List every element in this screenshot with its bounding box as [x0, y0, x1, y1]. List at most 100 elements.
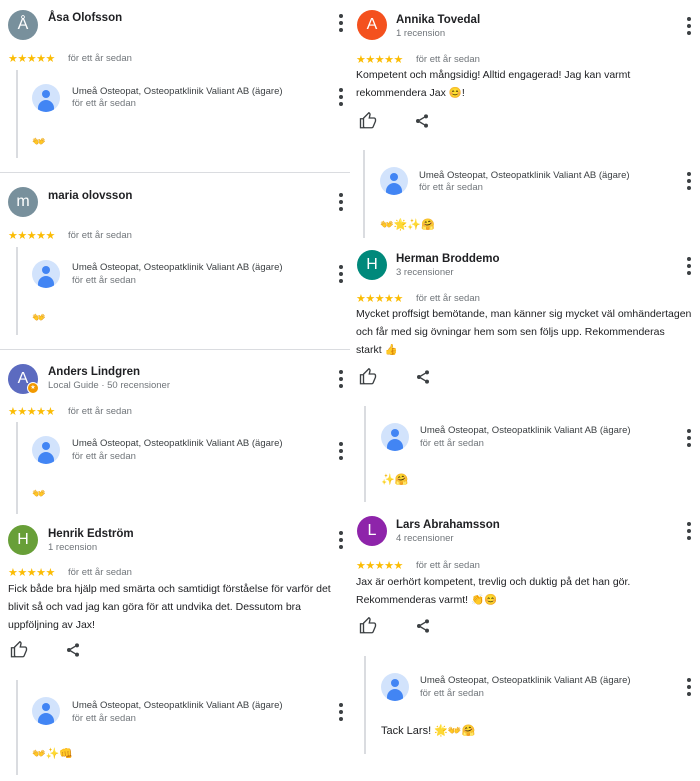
owner-reply-text: ✨🤗 [381, 474, 409, 486]
owner-avatar [381, 423, 409, 451]
reply-divider [16, 247, 18, 335]
star-rating: ★★★★★ [356, 293, 403, 305]
owner-reply-date: för ett år sedan [419, 182, 483, 193]
reply-divider [363, 150, 365, 238]
reviewer-name[interactable]: Annika Tovedal [396, 14, 480, 26]
star-rating: ★★★★★ [356, 54, 403, 66]
thumbs-up-icon[interactable] [359, 368, 377, 386]
owner-more-options-icon[interactable] [336, 442, 346, 460]
review-date: för ett år sedan [68, 53, 132, 64]
owner-more-options-icon[interactable] [684, 429, 694, 447]
owner-avatar [32, 84, 60, 112]
share-icon[interactable] [414, 113, 430, 129]
review-date: för ett år sedan [416, 293, 480, 304]
thumbs-up-icon[interactable] [10, 641, 28, 659]
avatar: H [357, 250, 387, 280]
review-text: Jax är oerhört kompetent, trevlig och du… [356, 576, 631, 606]
more-options-icon[interactable] [684, 257, 694, 275]
share-icon[interactable] [65, 642, 81, 658]
star-rating: ★★★★★ [8, 53, 55, 65]
reviewer-meta: 4 recensioner [396, 533, 454, 544]
owner-reply-text: 👐 [32, 488, 46, 500]
reply-divider [364, 656, 366, 754]
reviewer-name[interactable]: Lars Abrahamsson [396, 519, 500, 531]
owner-name: Umeå Osteopat, Osteopatklinik Valiant AB… [419, 170, 630, 181]
owner-name: Umeå Osteopat, Osteopatklinik Valiant AB… [72, 262, 283, 273]
owner-more-options-icon[interactable] [684, 678, 694, 696]
review-date: för ett år sedan [416, 54, 480, 65]
owner-more-options-icon[interactable] [336, 703, 346, 721]
review-date: för ett år sedan [68, 230, 132, 241]
more-options-icon[interactable] [336, 370, 346, 388]
reviewer-meta: 1 recension [48, 542, 98, 553]
review-card: H Herman Broddemo 3 recensioner ★★★★★ fö… [350, 240, 700, 510]
owner-reply-text: 👐✨👊 [32, 748, 74, 760]
owner-reply-date: för ett år sedan [420, 438, 484, 449]
owner-name: Umeå Osteopat, Osteopatklinik Valiant AB… [72, 700, 283, 711]
reviewer-meta: 1 recension [396, 28, 446, 39]
owner-avatar [32, 436, 60, 464]
reviewer-meta: Local Guide · 50 recensioner [48, 380, 170, 391]
reply-divider [16, 70, 18, 158]
review-card: H Henrik Edström 1 recension ★★★★★ för e… [0, 520, 350, 781]
owner-reply-date: för ett år sedan [420, 688, 484, 699]
avatar: m [8, 187, 38, 217]
more-options-icon[interactable] [336, 193, 346, 211]
owner-reply-text: 👐 [32, 136, 46, 148]
owner-name: Umeå Osteopat, Osteopatklinik Valiant AB… [72, 438, 283, 449]
owner-more-options-icon[interactable] [336, 88, 346, 106]
avatar: H [8, 525, 38, 555]
reviewer-meta: 3 recensioner [396, 267, 454, 278]
owner-reply-date: för ett år sedan [72, 275, 136, 286]
star-rating: ★★★★★ [8, 406, 55, 418]
owner-more-options-icon[interactable] [336, 265, 346, 283]
review-card: L Lars Abrahamsson 4 recensioner ★★★★★ f… [350, 510, 700, 781]
reviewer-name[interactable]: maria olovsson [48, 190, 132, 202]
reviewer-name[interactable]: Herman Broddemo [396, 253, 500, 265]
reviews-column-right: A Annika Tovedal 1 recension ★★★★★ för e… [350, 0, 700, 781]
owner-reply-date: för ett år sedan [72, 98, 136, 109]
owner-avatar [32, 697, 60, 725]
review-text: Fick både bra hjälp med smärta och samti… [8, 583, 331, 631]
star-rating: ★★★★★ [8, 230, 55, 242]
star-rating: ★★★★★ [356, 560, 403, 572]
avatar: A [357, 10, 387, 40]
more-options-icon[interactable] [336, 14, 346, 32]
review-text: Mycket proffsigt bemötande, man känner s… [356, 308, 692, 356]
owner-avatar [380, 167, 408, 195]
reply-divider [364, 406, 366, 502]
thumbs-up-icon[interactable] [359, 617, 377, 635]
reviewer-name[interactable]: Anders Lindgren [48, 366, 140, 378]
thumbs-up-icon[interactable] [359, 112, 377, 130]
more-options-icon[interactable] [684, 17, 694, 35]
owner-name: Umeå Osteopat, Osteopatklinik Valiant AB… [420, 425, 631, 436]
owner-name: Umeå Osteopat, Osteopatklinik Valiant AB… [72, 86, 283, 97]
reviewer-name[interactable]: Åsa Olofsson [48, 12, 122, 24]
star-rating: ★★★★★ [8, 567, 55, 579]
share-icon[interactable] [415, 618, 431, 634]
owner-more-options-icon[interactable] [684, 172, 694, 190]
review-date: för ett år sedan [416, 560, 480, 571]
review-card: A Annika Tovedal 1 recension ★★★★★ för e… [350, 0, 700, 240]
reviews-column-left: Å Åsa Olofsson ★★★★★ för ett år sedan Um… [0, 0, 350, 781]
owner-reply-date: för ett år sedan [72, 713, 136, 724]
owner-avatar [381, 673, 409, 701]
owner-reply-text: 👐🌟✨🤗 [380, 219, 435, 231]
reply-divider [16, 422, 18, 514]
review-text: Kompetent och mångsidig! Alltid engagera… [356, 69, 631, 99]
owner-avatar [32, 260, 60, 288]
more-options-icon[interactable] [336, 531, 346, 549]
owner-name: Umeå Osteopat, Osteopatklinik Valiant AB… [420, 675, 631, 686]
share-icon[interactable] [415, 369, 431, 385]
more-options-icon[interactable] [684, 522, 694, 540]
review-card: A ★ Anders Lindgren Local Guide · 50 rec… [0, 350, 350, 520]
avatar: Å [8, 10, 38, 40]
owner-reply-date: för ett år sedan [72, 451, 136, 462]
reply-divider [16, 680, 18, 775]
review-card: Å Åsa Olofsson ★★★★★ för ett år sedan Um… [0, 0, 350, 172]
owner-reply-text: 👐 [32, 312, 46, 324]
review-card: m maria olovsson ★★★★★ för ett år sedan … [0, 173, 350, 349]
avatar: L [357, 516, 387, 546]
reviewer-name[interactable]: Henrik Edström [48, 528, 134, 540]
local-guide-badge: ★ [27, 382, 39, 394]
